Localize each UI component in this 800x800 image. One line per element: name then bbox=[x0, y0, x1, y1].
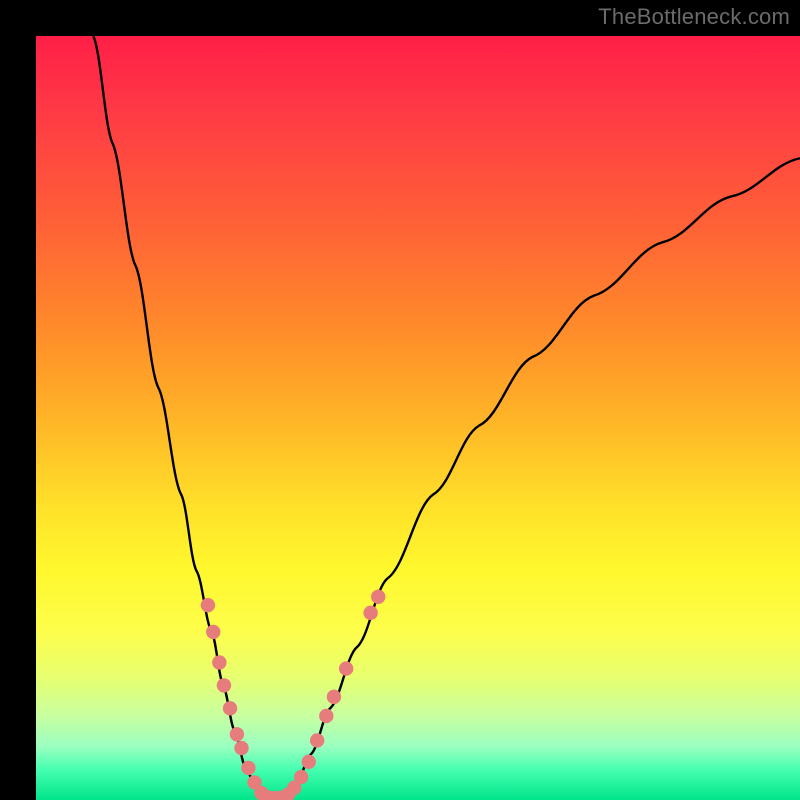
bottleneck-curve bbox=[93, 36, 800, 798]
plot-area bbox=[36, 36, 800, 800]
data-marker bbox=[339, 661, 353, 675]
data-marker bbox=[217, 678, 231, 692]
data-marker bbox=[371, 590, 385, 604]
data-marker bbox=[212, 655, 226, 669]
data-marker bbox=[241, 761, 255, 775]
watermark-text: TheBottleneck.com bbox=[598, 4, 790, 30]
chart-frame: TheBottleneck.com bbox=[0, 0, 800, 800]
data-marker bbox=[302, 755, 316, 769]
data-marker bbox=[206, 625, 220, 639]
data-marker bbox=[201, 598, 215, 612]
data-marker bbox=[319, 709, 333, 723]
data-marker bbox=[294, 770, 308, 784]
data-marker bbox=[223, 701, 237, 715]
data-marker bbox=[327, 690, 341, 704]
data-marker bbox=[310, 733, 324, 747]
data-marker bbox=[230, 727, 244, 741]
data-markers bbox=[201, 590, 386, 800]
curve-layer bbox=[93, 36, 800, 798]
bottleneck-curve-svg bbox=[36, 36, 800, 800]
data-marker bbox=[363, 606, 377, 620]
data-marker bbox=[234, 741, 248, 755]
